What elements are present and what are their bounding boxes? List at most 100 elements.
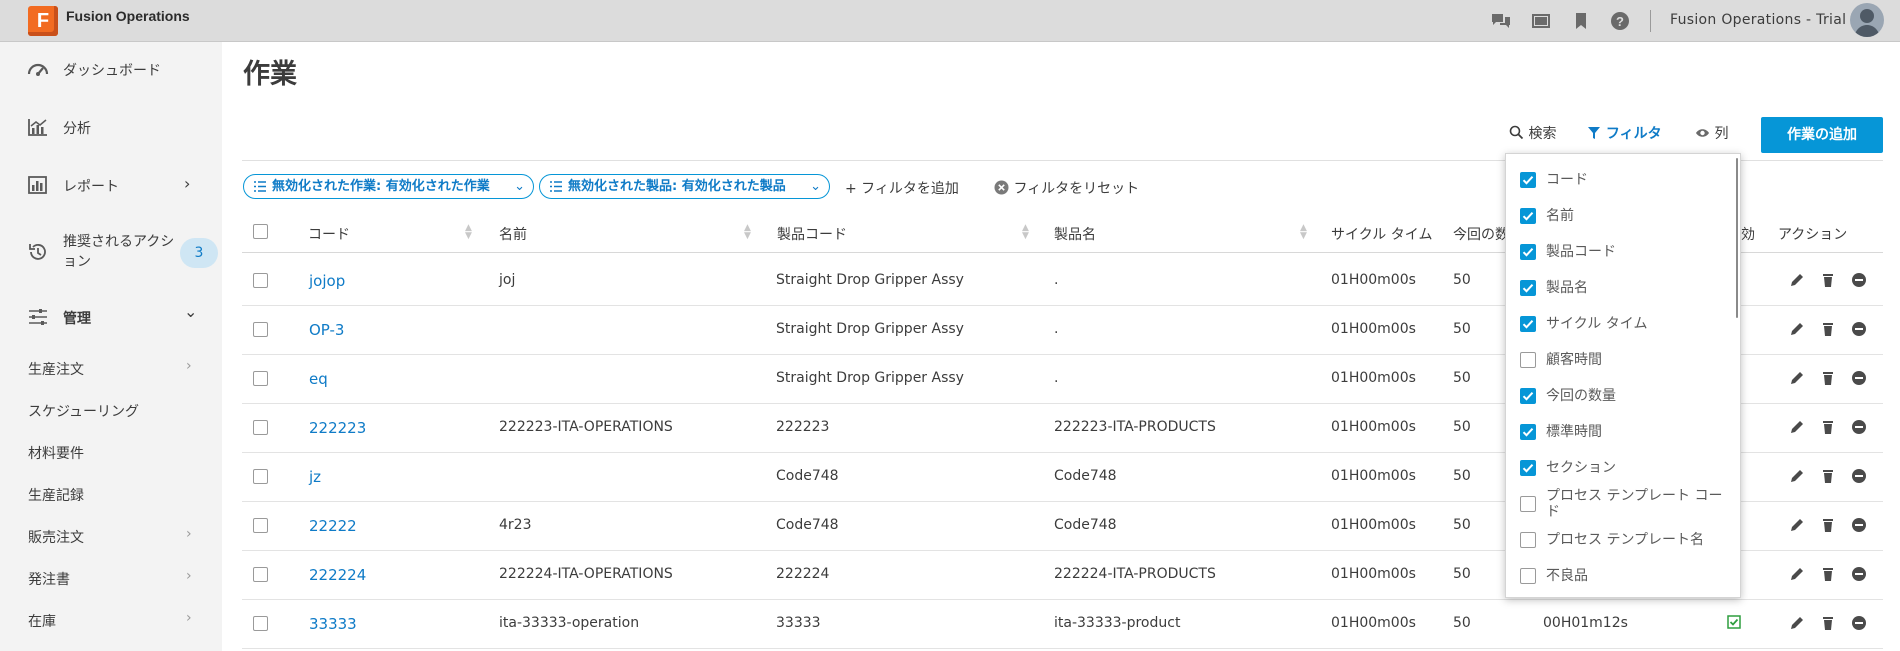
delete-icon[interactable]	[1820, 517, 1836, 533]
row-checkbox[interactable]	[253, 616, 268, 631]
column-header-product-code[interactable]: 製品コード	[777, 224, 847, 244]
add-operation-button[interactable]: 作業の追加	[1761, 117, 1883, 153]
add-filter-button[interactable]: + フィルタを追加	[845, 178, 959, 198]
delete-icon[interactable]	[1820, 615, 1836, 631]
checkbox-unchecked[interactable]	[1520, 496, 1536, 512]
checkbox-checked[interactable]	[1520, 316, 1536, 332]
filter-button[interactable]: フィルタ	[1587, 124, 1662, 144]
checkbox-checked[interactable]	[1520, 280, 1536, 296]
row-checkbox[interactable]	[253, 518, 268, 533]
app-logo[interactable]: F	[28, 6, 58, 36]
sidebar-subitem-production-orders[interactable]: 生産注文 ›	[0, 353, 222, 383]
checkbox-unchecked[interactable]	[1520, 532, 1536, 548]
edit-icon[interactable]	[1789, 517, 1805, 533]
sidebar-subitem-purchase-orders[interactable]: 発注書 ›	[0, 563, 222, 593]
operation-code-link[interactable]: 222223	[309, 419, 366, 437]
column-option[interactable]: 製品名	[1506, 273, 1732, 303]
column-option[interactable]: 標準時間	[1506, 417, 1732, 447]
checkbox-unchecked[interactable]	[1520, 352, 1536, 368]
row-checkbox[interactable]	[253, 322, 268, 337]
screen-icon[interactable]	[1530, 11, 1552, 31]
disable-icon[interactable]	[1851, 272, 1867, 288]
sidebar-subitem-material-requirements[interactable]: 材料要件	[0, 437, 222, 467]
app-title[interactable]: Fusion Operations	[66, 8, 190, 24]
help-icon[interactable]: ?	[1609, 11, 1631, 31]
delete-icon[interactable]	[1820, 321, 1836, 337]
operation-code-link[interactable]: 22222	[309, 517, 357, 535]
edit-icon[interactable]	[1789, 370, 1805, 386]
delete-icon[interactable]	[1820, 566, 1836, 582]
column-header-code[interactable]: コード	[308, 224, 350, 244]
delete-icon[interactable]	[1820, 419, 1836, 435]
column-option[interactable]: サイクル タイム	[1506, 309, 1732, 339]
operation-code-link[interactable]: jz	[309, 468, 321, 486]
table-row[interactable]: 33333 ita-33333-operation 33333 ita-33333-p…	[242, 600, 1883, 649]
row-checkbox[interactable]	[253, 567, 268, 582]
checkbox-unchecked[interactable]	[1520, 568, 1536, 584]
sidebar-item-reports[interactable]: レポート ›	[0, 160, 222, 210]
edit-icon[interactable]	[1789, 419, 1805, 435]
operation-code-link[interactable]: 33333	[309, 615, 357, 633]
checkbox-checked[interactable]	[1520, 424, 1536, 440]
edit-icon[interactable]	[1789, 468, 1805, 484]
sidebar-subitem-sales-orders[interactable]: 販売注文 ›	[0, 521, 222, 551]
search-button[interactable]: 検索	[1509, 124, 1556, 144]
edit-icon[interactable]	[1789, 321, 1805, 337]
checkbox-checked[interactable]	[1520, 460, 1536, 476]
account-name[interactable]: Fusion Operations - Trial	[1670, 12, 1846, 28]
row-checkbox[interactable]	[253, 371, 268, 386]
column-option[interactable]: プロセス テンプレート コード	[1506, 488, 1732, 520]
delete-icon[interactable]	[1820, 468, 1836, 484]
filter-chip-disabled-operations[interactable]: 無効化された作業: 有効化された作業 ⌄	[243, 174, 534, 199]
bookmark-icon[interactable]	[1570, 11, 1592, 31]
sort-icon[interactable]: ▲ ▼	[465, 224, 472, 241]
disable-icon[interactable]	[1851, 566, 1867, 582]
disable-icon[interactable]	[1851, 468, 1867, 484]
sidebar-subitem-scheduling[interactable]: スケジューリング	[0, 395, 222, 425]
column-option[interactable]: コード	[1506, 165, 1732, 195]
delete-icon[interactable]	[1820, 272, 1836, 288]
checkbox-checked[interactable]	[1520, 388, 1536, 404]
sidebar-item-recommended-actions[interactable]: 推奨されるアクション 3	[0, 227, 222, 277]
reset-filter-button[interactable]: フィルタをリセット	[994, 178, 1139, 198]
operation-code-link[interactable]: OP-3	[309, 321, 344, 339]
checkbox-checked[interactable]	[1520, 244, 1536, 260]
sort-icon[interactable]: ▲ ▼	[744, 224, 751, 241]
column-option[interactable]: 製品コード	[1506, 237, 1732, 267]
column-option[interactable]: セクション	[1506, 453, 1732, 483]
chat-icon[interactable]	[1490, 11, 1512, 31]
sort-icon[interactable]: ▲ ▼	[1022, 224, 1029, 241]
select-all-checkbox[interactable]	[253, 224, 268, 239]
operation-code-link[interactable]: jojop	[309, 272, 345, 290]
column-header-product-name[interactable]: 製品名	[1054, 224, 1096, 244]
row-checkbox[interactable]	[253, 273, 268, 288]
delete-icon[interactable]	[1820, 370, 1836, 386]
column-header-name[interactable]: 名前	[499, 224, 527, 244]
sidebar-subitem-inventory[interactable]: 在庫 ›	[0, 605, 222, 635]
column-option[interactable]: 不良品	[1506, 561, 1732, 591]
disable-icon[interactable]	[1851, 615, 1867, 631]
edit-icon[interactable]	[1789, 566, 1805, 582]
disable-icon[interactable]	[1851, 419, 1867, 435]
operation-code-link[interactable]: eq	[309, 370, 328, 388]
columns-button[interactable]: 列	[1695, 124, 1728, 144]
avatar[interactable]	[1850, 3, 1884, 37]
disable-icon[interactable]	[1851, 370, 1867, 386]
edit-icon[interactable]	[1789, 615, 1805, 631]
row-checkbox[interactable]	[253, 420, 268, 435]
column-header-quantity[interactable]: 今回の数	[1453, 224, 1509, 244]
sidebar-item-analytics[interactable]: 分析	[0, 102, 222, 152]
checkbox-checked[interactable]	[1520, 208, 1536, 224]
column-option[interactable]: 名前	[1506, 201, 1732, 231]
disable-icon[interactable]	[1851, 321, 1867, 337]
sidebar-item-management[interactable]: 管理 ⌄	[0, 292, 222, 342]
filter-chip-disabled-products[interactable]: 無効化された製品: 有効化された製品 ⌄	[539, 174, 830, 199]
column-option[interactable]: 今回の数量	[1506, 381, 1732, 411]
disable-icon[interactable]	[1851, 517, 1867, 533]
column-header-cycle-time[interactable]: サイクル タイム	[1331, 224, 1432, 244]
row-checkbox[interactable]	[253, 469, 268, 484]
edit-icon[interactable]	[1789, 272, 1805, 288]
column-option[interactable]: 顧客時間	[1506, 345, 1732, 375]
sort-icon[interactable]: ▲ ▼	[1300, 224, 1307, 241]
checkbox-checked[interactable]	[1520, 172, 1536, 188]
